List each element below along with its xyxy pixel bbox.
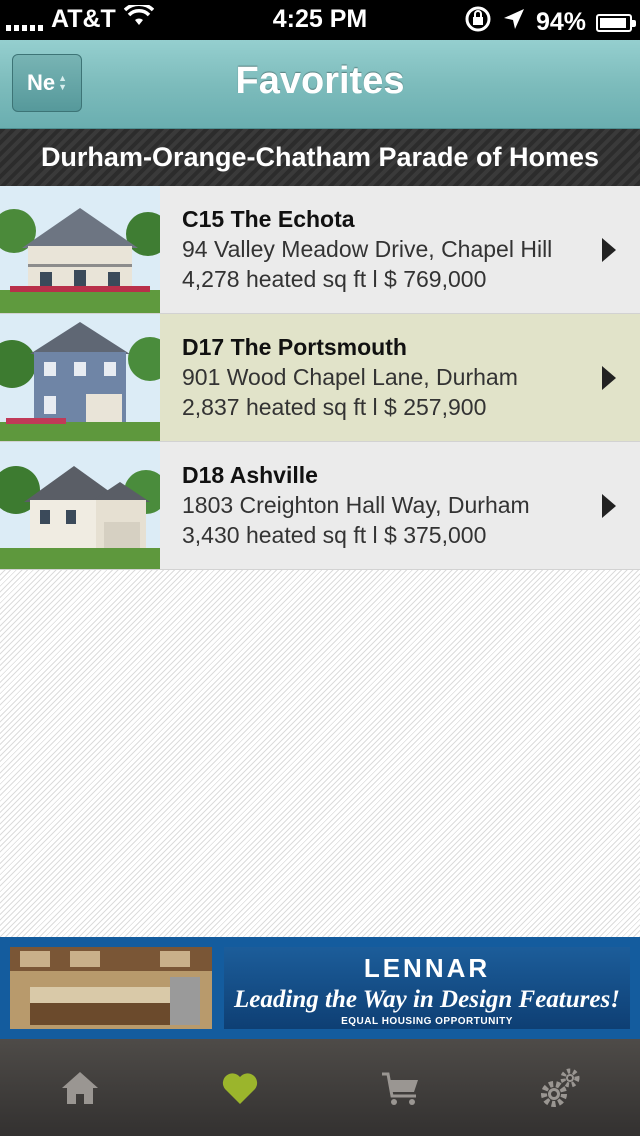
home-address: 94 Valley Meadow Drive, Chapel Hill [182, 236, 553, 262]
home-icon [62, 1071, 98, 1104]
status-bar: AT&T 4:25 PM 94% [0, 0, 640, 40]
battery-icon [596, 13, 636, 32]
house-photo [0, 186, 160, 313]
house-photo [0, 442, 160, 569]
tab-favorites[interactable] [160, 1039, 320, 1136]
location-icon [502, 7, 526, 38]
disclosure-arrow-icon [602, 366, 616, 390]
tab-home[interactable] [0, 1039, 160, 1136]
lennar-ad: LENNAR Leading the Way in Design Feature… [224, 947, 630, 1029]
rotation-lock-icon [464, 5, 492, 40]
navigation-bar: Ne ▲ ▼ Favorites [0, 40, 640, 129]
favorites-list: C15 The Echota 94 Valley Meadow Drive, C… [0, 186, 640, 570]
ad-slogan: Leading the Way in Design Features! [234, 986, 620, 1013]
heart-icon [222, 1072, 258, 1104]
tab-bar [0, 1039, 640, 1136]
home-details: 3,430 heated sq ft l $ 375,000 [182, 522, 487, 548]
ad-footer: EQUAL HOUSING OPPORTUNITY [341, 1016, 513, 1027]
home-name: D17 The Portsmouth [182, 334, 407, 360]
list-item[interactable]: C15 The Echota 94 Valley Meadow Drive, C… [0, 186, 640, 314]
disclosure-arrow-icon [602, 238, 616, 262]
empty-list-background [0, 570, 640, 937]
disclosure-arrow-icon [602, 494, 616, 518]
section-header: Durham-Orange-Chatham Parade of Homes [0, 129, 640, 186]
advertisement-banner[interactable]: LENNAR Leading the Way in Design Feature… [0, 937, 640, 1039]
list-item[interactable]: D17 The Portsmouth 901 Wood Chapel Lane,… [0, 314, 640, 442]
battery-percent: 94% [535, 8, 586, 36]
list-item[interactable]: D18 Ashville 1803 Creighton Hall Way, Du… [0, 442, 640, 570]
home-details: 2,837 heated sq ft l $ 257,900 [182, 394, 487, 420]
ad-brand: LENNAR [363, 953, 491, 983]
home-address: 901 Wood Chapel Lane, Durham [182, 364, 518, 390]
house-photo [0, 314, 160, 441]
home-details: 4,278 heated sq ft l $ 769,000 [182, 266, 487, 292]
cart-icon [382, 1072, 418, 1105]
tab-cart[interactable] [320, 1039, 480, 1136]
gear-icon [541, 1068, 580, 1107]
home-address: 1803 Creighton Hall Way, Durham [182, 492, 530, 518]
page-title: Favorites [235, 60, 405, 102]
home-name: C15 The Echota [182, 206, 355, 232]
tab-settings[interactable] [480, 1039, 640, 1136]
kitchen-photo [10, 947, 212, 1029]
home-name: D18 Ashville [182, 462, 318, 488]
